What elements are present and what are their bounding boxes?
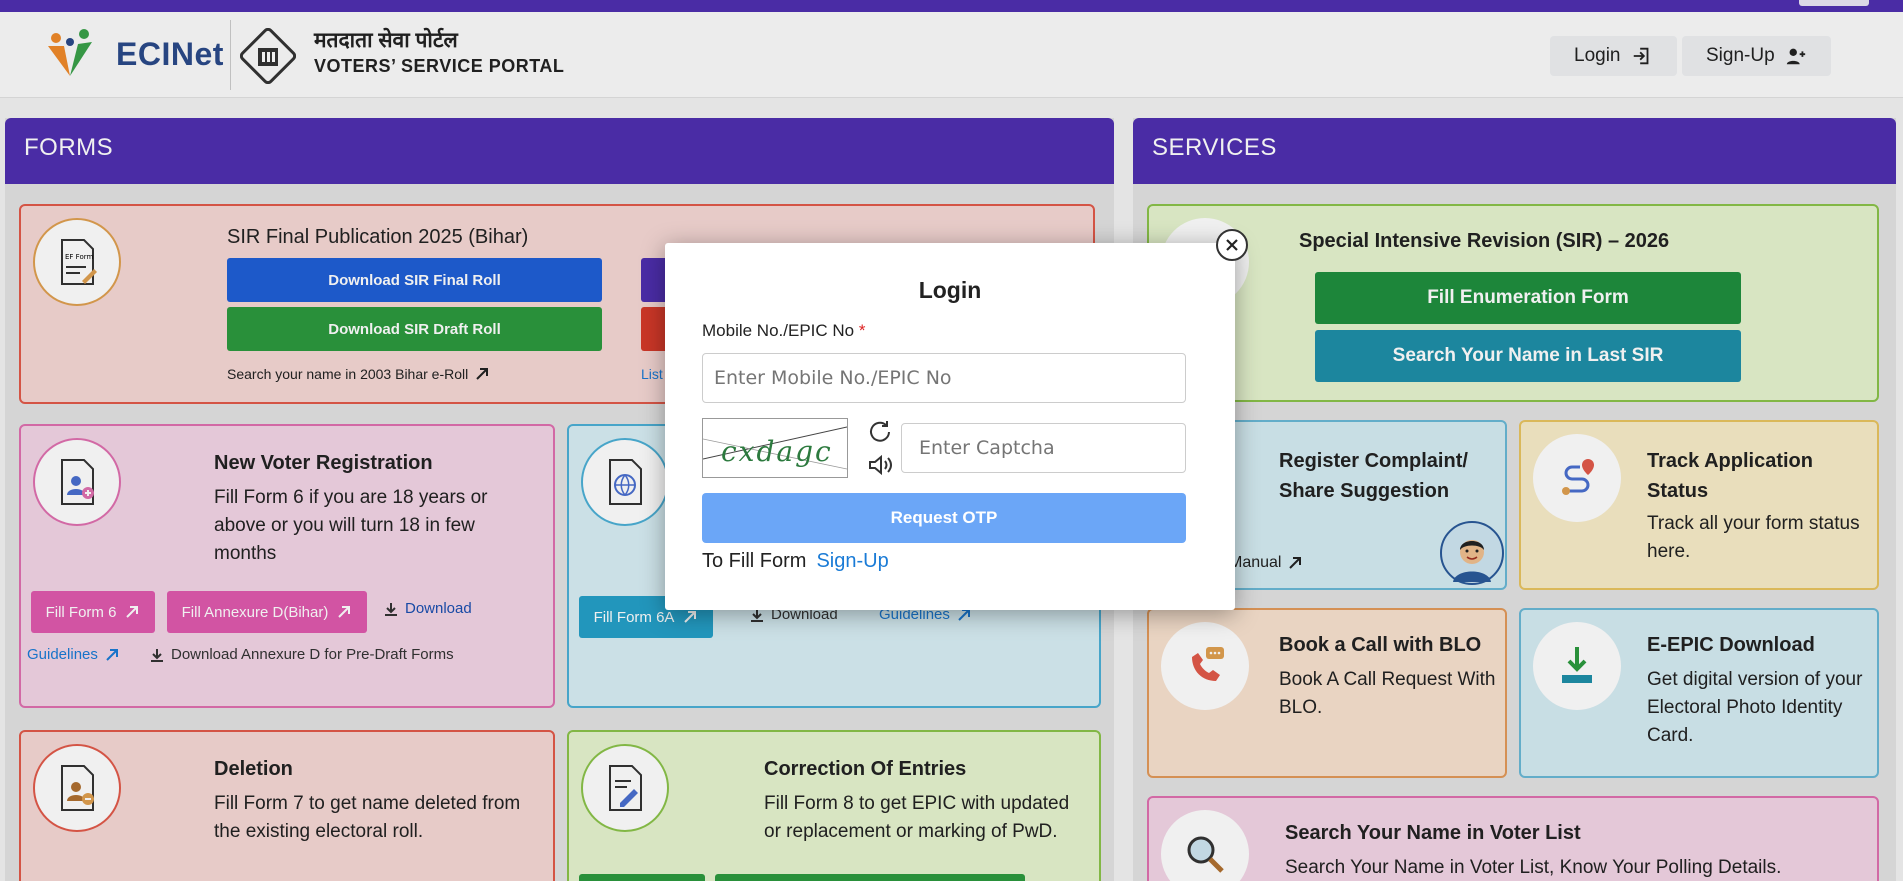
login-modal-title: Login bbox=[918, 277, 982, 303]
request-otp-button[interactable]: Request OTP bbox=[702, 493, 1186, 543]
close-icon bbox=[1226, 239, 1238, 251]
close-modal-button[interactable] bbox=[1216, 229, 1248, 261]
required-mark: * bbox=[858, 321, 866, 340]
login-modal-footer: To Fill Form Sign-Up bbox=[702, 550, 889, 573]
captcha-text: cxdagc bbox=[721, 435, 833, 468]
mobile-epic-input[interactable] bbox=[702, 353, 1186, 403]
refresh-icon[interactable] bbox=[867, 419, 895, 445]
captcha-image: cxdagc bbox=[702, 418, 848, 478]
modal-signup-link[interactable]: Sign-Up bbox=[816, 550, 888, 573]
mobile-epic-label-text: Mobile No./EPIC No bbox=[702, 321, 855, 340]
captcha-tools bbox=[867, 419, 897, 477]
speaker-icon[interactable] bbox=[867, 453, 895, 477]
to-fill-form-text: To Fill Form bbox=[702, 550, 807, 572]
captcha-input[interactable] bbox=[901, 423, 1186, 473]
mobile-epic-label: Mobile No./EPIC No * bbox=[702, 321, 865, 341]
login-modal: Login Mobile No./EPIC No * cxdagc Reques… bbox=[665, 243, 1235, 610]
